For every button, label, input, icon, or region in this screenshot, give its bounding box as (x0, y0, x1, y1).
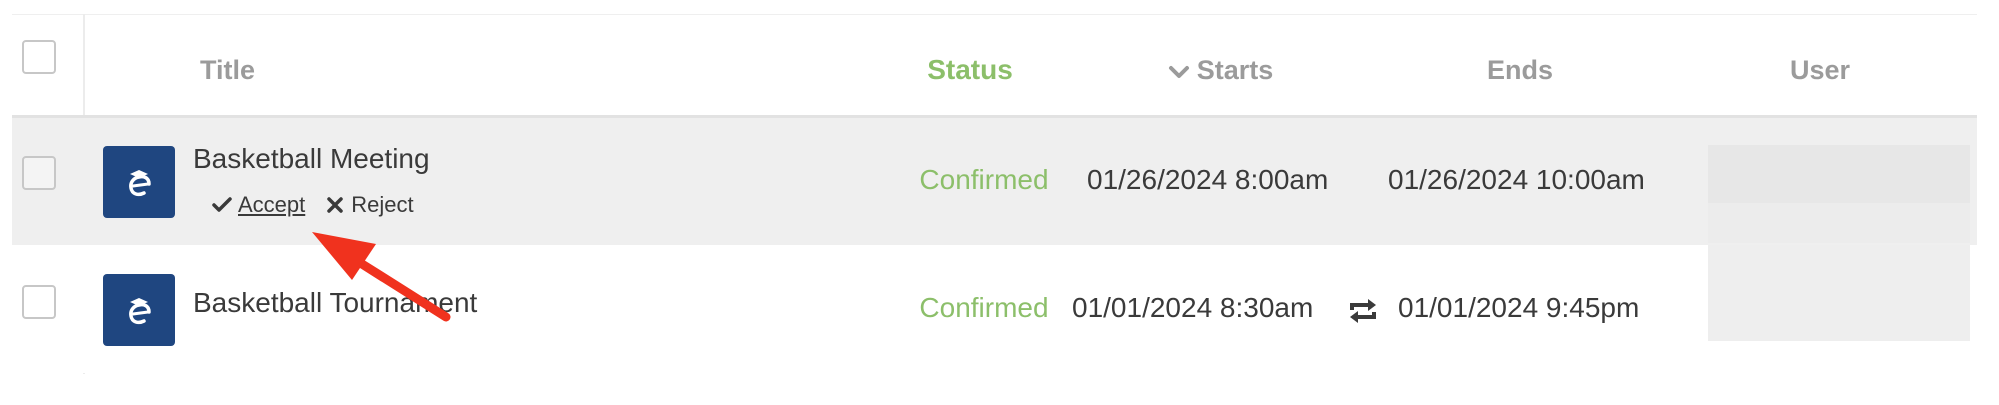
select-all-checkbox[interactable] (22, 40, 56, 74)
accept-label: Accept (238, 192, 306, 217)
status-badge: Confirmed (919, 292, 1049, 323)
row-actions: Accept Reject (212, 192, 436, 218)
event-end: 01/01/2024 9:45pm (1398, 292, 1640, 323)
close-icon (327, 197, 344, 213)
reject-label: Reject (351, 192, 414, 217)
table-row[interactable]: Basketball Meeting Accept Reject Confirm… (12, 118, 1977, 245)
reject-button[interactable]: Reject (327, 192, 414, 218)
user-cell-redacted (1708, 145, 1970, 203)
status-badge: Confirmed (919, 164, 1049, 195)
accept-button[interactable]: Accept (212, 192, 305, 218)
column-header-status[interactable]: Status (900, 48, 1040, 92)
column-header-starts-label: Starts (1196, 55, 1274, 85)
table-row[interactable]: Basketball Tournament Confirmed 01/01/20… (12, 245, 1977, 373)
user-cell-redacted (1708, 245, 1970, 341)
events-table: Title Status Starts Ends User Basketball… (0, 0, 1999, 405)
event-start: 01/26/2024 8:00am (1087, 164, 1329, 195)
table-top-border (12, 14, 1977, 15)
event-title[interactable]: Basketball Tournament (193, 287, 477, 319)
chevron-down-icon (1168, 65, 1189, 78)
column-header-starts[interactable]: Starts (1150, 48, 1290, 92)
check-icon (212, 197, 232, 212)
event-end: 01/26/2024 10:00am (1388, 164, 1645, 195)
column-header-title[interactable]: Title (200, 48, 296, 92)
row-checkbox[interactable] (22, 285, 56, 319)
event-title[interactable]: Basketball Meeting (193, 143, 430, 175)
column-header-ends[interactable]: Ends (1440, 48, 1600, 92)
event-logo (103, 274, 175, 346)
repeat-icon (1350, 299, 1376, 323)
user-cell-redacted (1708, 203, 1970, 243)
graduation-cap-icon (129, 170, 151, 197)
row-checkbox[interactable] (22, 156, 56, 190)
column-header-user[interactable]: User (1760, 48, 1880, 92)
graduation-cap-icon (129, 298, 151, 325)
event-logo (103, 146, 175, 218)
event-start: 01/01/2024 8:30am (1072, 292, 1314, 323)
header-divider (12, 115, 1977, 118)
